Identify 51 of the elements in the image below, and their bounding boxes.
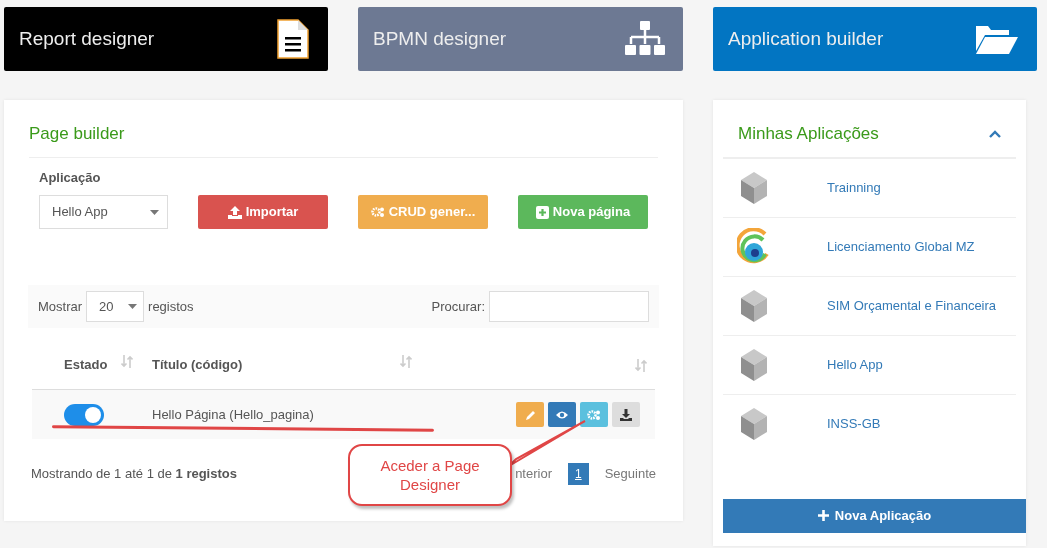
download-icon [619,407,633,422]
application-select[interactable]: Hello App [39,195,168,229]
plus-square-icon [535,205,549,219]
sort-icon [635,358,647,372]
show-suffix: registos [148,297,194,316]
table-info: Mostrando de 1 até 1 de 1 registos [31,465,237,484]
action-button[interactable]: Importar [198,195,328,229]
show-label: Mostrar [38,297,83,316]
designer-tile[interactable]: Application builder [713,7,1037,71]
column-header[interactable]: Estado [64,354,108,375]
action-button[interactable]: Nova página [518,195,648,229]
cube-icon [741,171,767,204]
next-link[interactable]: Seguinte [604,464,656,484]
cube-icon [741,289,767,322]
page-link[interactable]: 1 [568,463,589,485]
sitemap-icon [625,21,665,57]
sort-icon [400,354,412,368]
dropdown-caret-icon [128,304,138,309]
sort-icon [121,354,134,368]
upload-icon [227,205,242,219]
column-header[interactable]: Título (código) [152,354,243,375]
search-label: Procurar: [431,297,485,316]
row-action-button[interactable] [612,402,640,427]
panel-title: Minhas Aplicações [738,123,879,145]
cube-icon [741,348,767,381]
field-label: Aplicação [39,168,102,187]
designer-tile[interactable]: Report designer [4,7,328,71]
application-link[interactable]: Hello App [827,354,883,375]
chevron-up-icon[interactable] [989,129,1001,138]
row-action-button[interactable] [548,402,576,427]
callout-note: Aceder a Page Designer [348,444,512,506]
gears-icon [370,206,385,218]
folder-icon [975,23,1019,55]
designer-tile[interactable]: BPMN designer [358,7,683,71]
new-application-button[interactable]: Nova Aplicação [723,498,1026,533]
page-size-select[interactable]: 20 [86,291,145,322]
cube-icon [741,407,767,440]
application-link[interactable]: Licenciamento Global MZ [827,236,975,257]
document-icon [276,19,310,59]
spiral-logo-icon [737,227,771,266]
panel-title: Page builder [29,124,125,143]
plus-icon [817,510,829,521]
application-link[interactable]: Trainning [827,177,881,198]
application-link[interactable]: INSS-GB [827,413,881,434]
previous-link[interactable]: nterior [515,464,552,484]
application-link[interactable]: SIM Orçamental e Financeira [827,295,997,316]
search-field[interactable] [489,291,649,322]
status-toggle[interactable] [64,403,104,426]
table-cell-text: Hello Página (Hello_pagina) [152,405,315,424]
gears-icon [587,408,601,421]
dropdown-caret-icon [150,209,159,215]
